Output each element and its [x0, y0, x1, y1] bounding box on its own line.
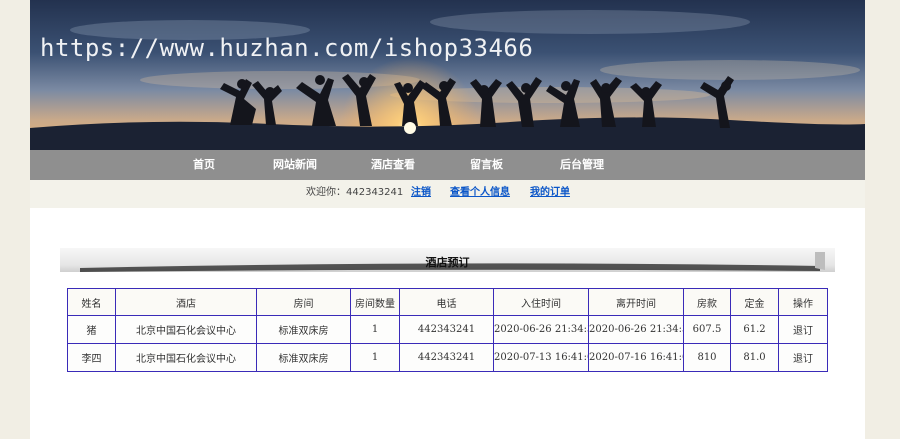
cancel-booking-link[interactable]: 退订 [793, 354, 813, 365]
url-watermark: https://www.huzhan.com/ishop33466 [40, 34, 534, 62]
cell-deposit: 61.2 [730, 315, 779, 344]
section-title: 酒店预订 [425, 256, 470, 269]
nav-item-hotels[interactable]: 酒店查看 [371, 150, 415, 180]
cell-checkin: 2020-07-13 16:41:00 [493, 343, 589, 372]
col-header-phone: 电话 [399, 288, 494, 316]
cell-room-count: 1 [350, 343, 400, 372]
col-header-hotel: 酒店 [115, 288, 257, 316]
sunset-banner-image [30, 0, 865, 150]
cell-hotel: 北京中国石化会议中心 [115, 343, 257, 372]
cell-phone: 442343241 [399, 315, 494, 344]
col-header-price: 房款 [683, 288, 731, 316]
cell-checkout: 2020-07-16 16:41:01 [588, 343, 684, 372]
cell-name: 李四 [67, 343, 116, 372]
col-header-deposit: 定金 [730, 288, 779, 316]
header-banner: https://www.huzhan.com/ishop33466 [30, 0, 865, 150]
col-header-name: 姓名 [67, 288, 116, 316]
cell-room: 标准双床房 [256, 315, 351, 344]
table-row: 猪 北京中国石化会议中心 标准双床房 1 442343241 2020-06-2… [67, 315, 828, 344]
logout-link[interactable]: 注销 [411, 180, 431, 206]
cell-price: 810 [683, 343, 731, 372]
cell-room-count: 1 [350, 315, 400, 344]
cancel-booking-link[interactable]: 退订 [793, 326, 813, 337]
col-header-action: 操作 [778, 288, 828, 316]
cell-checkout: 2020-06-26 21:34:35 [588, 315, 684, 344]
my-orders-link[interactable]: 我的订单 [530, 180, 570, 206]
table-row: 李四 北京中国石化会议中心 标准双床房 1 442343241 2020-07-… [67, 343, 828, 372]
table-header-row: 姓名 酒店 房间 房间数量 电话 入住时间 离开时间 房款 定金 操作 [67, 288, 828, 316]
user-bar: 欢迎你：442343241 注销 查看个人信息 我的订单 [30, 180, 865, 208]
nav-item-home[interactable]: 首页 [193, 150, 215, 180]
page-container: https://www.huzhan.com/ishop33466 首页 网站新… [30, 0, 865, 439]
cell-price: 607.5 [683, 315, 731, 344]
cell-checkin: 2020-06-26 21:34:35 [493, 315, 589, 344]
main-nav: 首页 网站新闻 酒店查看 留言板 后台管理 [30, 150, 865, 180]
cell-phone: 442343241 [399, 343, 494, 372]
col-header-room-count: 房间数量 [350, 288, 400, 316]
cell-action: 退订 [778, 343, 828, 372]
section-title-ribbon: 酒店预订 [60, 248, 835, 274]
col-header-room: 房间 [256, 288, 351, 316]
nav-item-news[interactable]: 网站新闻 [273, 150, 317, 180]
booking-table: 姓名 酒店 房间 房间数量 电话 入住时间 离开时间 房款 定金 操作 猪 北京… [67, 288, 828, 372]
col-header-checkout: 离开时间 [588, 288, 684, 316]
col-header-checkin: 入住时间 [493, 288, 589, 316]
cell-deposit: 81.0 [730, 343, 779, 372]
cell-action: 退订 [778, 315, 828, 344]
cell-name: 猪 [67, 315, 116, 344]
profile-link[interactable]: 查看个人信息 [450, 180, 510, 206]
cell-hotel: 北京中国石化会议中心 [115, 315, 257, 344]
welcome-text: 欢迎你：442343241 [306, 187, 404, 198]
cell-room: 标准双床房 [256, 343, 351, 372]
nav-item-admin[interactable]: 后台管理 [560, 150, 604, 180]
nav-item-guestbook[interactable]: 留言板 [470, 150, 503, 180]
